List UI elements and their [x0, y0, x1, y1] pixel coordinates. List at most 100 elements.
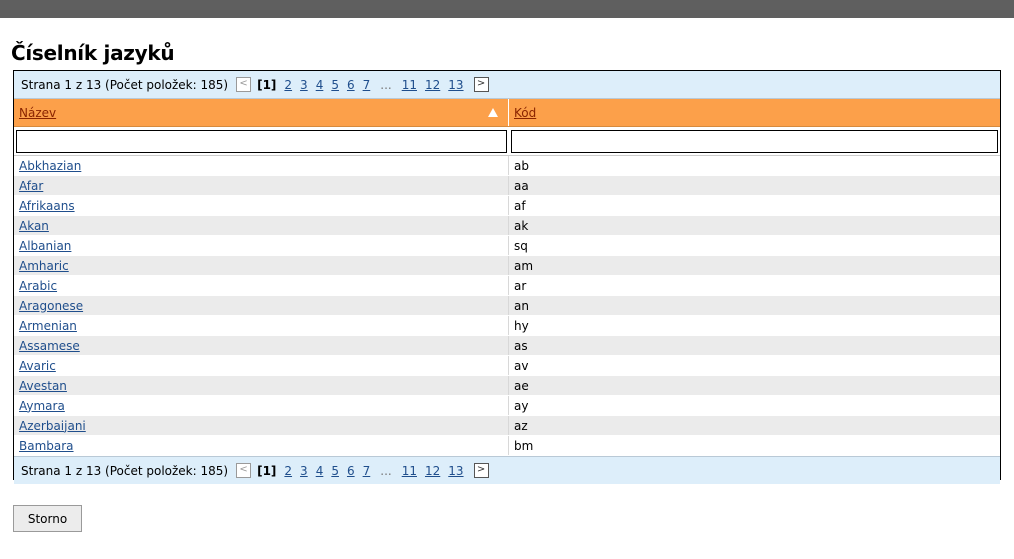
table-row: Abkhazian ab	[14, 156, 1000, 176]
table-row: Avestan ae	[14, 376, 1000, 396]
name-cell: Aymara	[14, 396, 509, 415]
code-cell: ae	[514, 378, 529, 393]
page-ellipsis[interactable]: ...	[380, 464, 391, 478]
table-row: Assamese as	[14, 336, 1000, 356]
page-link[interactable]: 13	[448, 78, 463, 92]
language-link[interactable]: Avestan	[19, 379, 67, 393]
page-link[interactable]: 3	[300, 78, 308, 92]
code-cell: hy	[514, 318, 529, 333]
language-link[interactable]: Aymara	[19, 399, 65, 413]
filter-cell-name	[14, 129, 509, 153]
language-link[interactable]: Bambara	[19, 439, 74, 453]
page-link[interactable]: 7	[363, 464, 371, 478]
page-link[interactable]: 6	[347, 464, 355, 478]
name-cell: Albanian	[14, 236, 509, 255]
page-link[interactable]: 4	[316, 78, 324, 92]
page-link[interactable]: 13	[448, 464, 463, 478]
name-cell: Akan	[14, 216, 509, 235]
pager-summary: Strana 1 z 13 (Počet položek: 185)	[21, 77, 229, 92]
column-header-code-link[interactable]: Kód	[514, 106, 536, 120]
language-link[interactable]: Albanian	[19, 239, 71, 253]
code-cell: bm	[514, 438, 534, 453]
sort-ascending-icon[interactable]	[488, 108, 498, 117]
pager-bottom: Strana 1 z 13 (Počet položek: 185) < [1]…	[14, 456, 1000, 484]
page-link[interactable]: 2	[284, 78, 292, 92]
page-link[interactable]: 11	[402, 78, 417, 92]
table-row: Albanian sq	[14, 236, 1000, 256]
page-link[interactable]: 12	[425, 464, 440, 478]
table-row: Akan ak	[14, 216, 1000, 236]
page-link[interactable]: 12	[425, 78, 440, 92]
table-row: Aragonese an	[14, 296, 1000, 316]
page-link[interactable]: 4	[316, 464, 324, 478]
language-link[interactable]: Aragonese	[19, 299, 83, 313]
table-header: Název Kód	[14, 99, 1000, 127]
languages-grid: Strana 1 z 13 (Počet položek: 185) < [1]…	[13, 70, 1001, 484]
table-row: Azerbaijani az	[14, 416, 1000, 436]
name-cell: Amharic	[14, 256, 509, 275]
prev-page-icon[interactable]: <	[236, 77, 252, 92]
language-link[interactable]: Afar	[19, 179, 43, 193]
language-link[interactable]: Afrikaans	[19, 199, 75, 213]
code-cell: af	[514, 198, 526, 213]
current-page: [1]	[257, 463, 277, 478]
table-body: Abkhazian ab Afar aa Afrikaans af Akan ak Al…	[14, 156, 1000, 456]
name-cell: Azerbaijani	[14, 416, 509, 435]
table-row: Bambara bm	[14, 436, 1000, 456]
current-page: [1]	[257, 77, 277, 92]
filter-cell-code	[509, 129, 1000, 153]
column-header-code[interactable]: Kód	[509, 99, 1000, 126]
language-link[interactable]: Amharic	[19, 259, 69, 273]
column-header-name-link[interactable]: Název	[19, 106, 56, 120]
code-cell: az	[514, 418, 528, 433]
code-cell: am	[514, 258, 534, 273]
page-link[interactable]: 5	[331, 464, 339, 478]
language-link[interactable]: Azerbaijani	[19, 419, 86, 433]
pager-top: Strana 1 z 13 (Počet položek: 185) < [1]…	[14, 71, 1000, 99]
name-filter-input[interactable]	[16, 129, 507, 153]
code-cell: an	[514, 298, 529, 313]
code-cell: av	[514, 358, 529, 373]
table-row: Avaric av	[14, 356, 1000, 376]
cancel-button[interactable]: Storno	[13, 505, 82, 532]
code-cell: as	[514, 338, 528, 353]
page-title: Číselník jazyků	[11, 41, 175, 65]
name-cell: Armenian	[14, 316, 509, 335]
language-link[interactable]: Avaric	[19, 359, 56, 373]
page-link[interactable]: 6	[347, 78, 355, 92]
page-link[interactable]: 2	[284, 464, 292, 478]
table-row: Amharic am	[14, 256, 1000, 276]
code-filter-input[interactable]	[511, 129, 998, 153]
name-cell: Afrikaans	[14, 196, 509, 215]
page-ellipsis[interactable]: ...	[380, 78, 391, 92]
code-cell: aa	[514, 178, 529, 193]
name-cell: Abkhazian	[14, 156, 509, 175]
code-cell: ak	[514, 218, 529, 233]
code-cell: ay	[514, 398, 529, 413]
language-link[interactable]: Assamese	[19, 339, 80, 353]
code-cell: sq	[514, 238, 528, 253]
next-page-icon[interactable]: >	[473, 77, 489, 92]
page-link[interactable]: 3	[300, 464, 308, 478]
language-link[interactable]: Abkhazian	[19, 159, 81, 173]
code-cell: ab	[514, 158, 529, 173]
name-cell: Aragonese	[14, 296, 509, 315]
prev-page-icon[interactable]: <	[236, 463, 252, 478]
page-link[interactable]: 7	[363, 78, 371, 92]
page-link[interactable]: 5	[331, 78, 339, 92]
top-bar	[0, 0, 1014, 18]
pager-summary: Strana 1 z 13 (Počet položek: 185)	[21, 463, 229, 478]
language-link[interactable]: Armenian	[19, 319, 77, 333]
table-row: Afar aa	[14, 176, 1000, 196]
next-page-icon[interactable]: >	[473, 463, 489, 478]
language-link[interactable]: Arabic	[19, 279, 57, 293]
code-cell: ar	[514, 278, 527, 293]
table-row: Afrikaans af	[14, 196, 1000, 216]
name-cell: Assamese	[14, 336, 509, 355]
name-cell: Afar	[14, 176, 509, 195]
name-cell: Bambara	[14, 436, 509, 455]
name-cell: Avestan	[14, 376, 509, 395]
page-link[interactable]: 11	[402, 464, 417, 478]
language-link[interactable]: Akan	[19, 219, 49, 233]
column-header-name[interactable]: Název	[14, 99, 509, 126]
